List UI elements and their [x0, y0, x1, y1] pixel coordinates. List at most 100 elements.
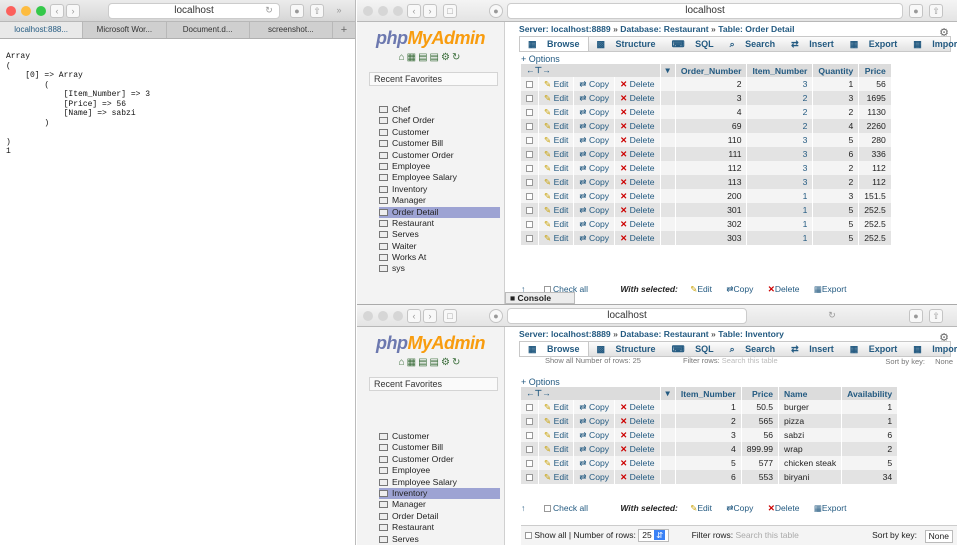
row-checkbox-cell[interactable]: [521, 175, 539, 189]
row-checkbox[interactable]: [526, 418, 533, 426]
delete-link[interactable]: ✕ Delete: [614, 189, 661, 203]
delete-link[interactable]: ✕ Delete: [614, 91, 661, 105]
cell-item-number[interactable]: 1: [746, 231, 814, 245]
delete-link[interactable]: ✕ Delete: [614, 161, 661, 175]
sidebar-item-customer-bill[interactable]: Customer Bill: [379, 138, 500, 149]
sidebar-item-waiter[interactable]: Waiter: [379, 241, 500, 252]
tab-microsoft-word[interactable]: Microsoft Wor...: [83, 22, 167, 38]
reader-icon[interactable]: ●: [909, 309, 923, 323]
row-checkbox-cell[interactable]: [521, 400, 539, 414]
copy-link[interactable]: ⇄ Copy: [573, 442, 616, 456]
row-checkbox-cell[interactable]: [521, 470, 539, 484]
row-checkbox[interactable]: [526, 95, 533, 103]
address-bar[interactable]: localhost: [108, 3, 280, 19]
row-checkbox-cell[interactable]: [521, 414, 539, 428]
copy-link[interactable]: ⇄ Copy: [573, 161, 616, 175]
edit-link[interactable]: ✎ Edit: [538, 414, 575, 428]
tab-browse[interactable]: ▦ Browse: [520, 37, 589, 51]
extension-icon[interactable]: ●: [489, 309, 503, 323]
delete-link[interactable]: ✕ Delete: [614, 456, 661, 470]
console-button[interactable]: ■ Console: [505, 292, 575, 304]
delete-link[interactable]: ✕ Delete: [614, 119, 661, 133]
sidebar-item-manager[interactable]: Manager: [379, 499, 500, 510]
close-icon[interactable]: [363, 311, 373, 321]
share-icon[interactable]: ⇧: [929, 309, 943, 323]
cell-item-number[interactable]: 3: [746, 133, 814, 147]
column-header-item-number[interactable]: Item_Number: [675, 387, 742, 400]
filter-rows-input[interactable]: Search this table: [736, 530, 799, 540]
options-toggle[interactable]: + Options: [521, 54, 560, 64]
copy-link[interactable]: ⇄ Copy: [573, 456, 616, 470]
row-checkbox[interactable]: [526, 81, 533, 89]
sort-select[interactable]: None: [924, 530, 953, 543]
sidebar-toggle-icon[interactable]: □: [443, 4, 457, 18]
row-checkbox-cell[interactable]: [521, 91, 539, 105]
edit-link[interactable]: ✎ Edit: [538, 161, 575, 175]
cell-item-number[interactable]: 3: [746, 161, 814, 175]
tab-import[interactable]: ▦ Import: [905, 342, 957, 356]
sidebar-item-serves[interactable]: Serves: [379, 229, 500, 240]
tab-structure[interactable]: ▩ Structure: [589, 37, 664, 51]
edit-link[interactable]: ✎ Edit: [538, 456, 575, 470]
sidebar-item-customer[interactable]: Customer: [379, 127, 500, 138]
column-header-name[interactable]: Name: [778, 387, 843, 400]
tab-sql[interactable]: ⌨ SQL: [664, 342, 722, 356]
row-checkbox[interactable]: [526, 151, 533, 159]
copy-link[interactable]: ⇄ Copy: [573, 105, 616, 119]
edit-link[interactable]: ✎ Edit: [538, 217, 575, 231]
favorites-tab[interactable]: Favorites: [405, 379, 442, 389]
minimize-icon[interactable]: [378, 311, 388, 321]
edit-link[interactable]: ✎ Edit: [538, 91, 575, 105]
edit-link[interactable]: ✎ Edit: [538, 231, 575, 245]
copy-link[interactable]: ⇄ Copy: [573, 133, 616, 147]
sidebar-item-inventory[interactable]: Inventory: [379, 184, 500, 195]
row-checkbox[interactable]: [526, 109, 533, 117]
copy-link[interactable]: ⇄ Copy: [573, 428, 616, 442]
row-checkbox[interactable]: [526, 460, 533, 468]
recent-tab[interactable]: Recent: [374, 379, 403, 389]
sidebar-item-restaurant[interactable]: Restaurant: [379, 218, 500, 229]
delete-link[interactable]: ✕ Delete: [614, 231, 661, 245]
delete-link[interactable]: ✕ Delete: [614, 400, 661, 414]
reader-icon[interactable]: ●: [909, 4, 923, 18]
phpmyadmin-logo[interactable]: phpMyAdmin: [357, 28, 504, 50]
cell-item-number[interactable]: 2: [746, 119, 814, 133]
column-resize-header[interactable]: ←⊤→: [521, 387, 661, 400]
row-checkbox[interactable]: [526, 179, 533, 187]
reload-icon[interactable]: ↻: [825, 309, 839, 323]
sidebar-item-customer[interactable]: Customer: [379, 431, 500, 442]
nav-icons[interactable]: ⌂▦▤▤⚙↻: [357, 52, 504, 68]
bulk-delete[interactable]: Delete: [775, 503, 800, 513]
crumb-table[interactable]: Table: Inventory: [718, 329, 784, 339]
cell-item-number[interactable]: 2: [746, 105, 814, 119]
copy-link[interactable]: ⇄ Copy: [573, 203, 616, 217]
address-bar[interactable]: localhost: [507, 308, 747, 324]
maximize-icon[interactable]: [393, 311, 403, 321]
sidebar-item-sys[interactable]: sys: [379, 263, 500, 274]
row-checkbox[interactable]: [526, 207, 533, 215]
tab-import[interactable]: ▦ Import: [905, 37, 957, 51]
bulk-copy[interactable]: Copy: [734, 503, 754, 513]
sidebar-item-chef[interactable]: Chef: [379, 104, 500, 115]
row-checkbox-cell[interactable]: [521, 231, 539, 245]
delete-link[interactable]: ✕ Delete: [614, 428, 661, 442]
crumb-table[interactable]: Table: Order Detail: [718, 24, 794, 34]
check-all-checkbox[interactable]: [543, 505, 551, 513]
row-checkbox[interactable]: [526, 221, 533, 229]
edit-link[interactable]: ✎ Edit: [538, 77, 575, 91]
recent-favorites[interactable]: Recent Favorites: [369, 377, 498, 391]
phpmyadmin-logo[interactable]: phpMyAdmin: [357, 333, 504, 355]
check-all-label[interactable]: Check all: [553, 503, 588, 513]
row-checkbox-cell[interactable]: [521, 161, 539, 175]
edit-link[interactable]: ✎ Edit: [538, 119, 575, 133]
forward-button[interactable]: ›: [66, 4, 80, 18]
favorites-tab[interactable]: Favorites: [405, 74, 442, 84]
row-checkbox[interactable]: [526, 123, 533, 131]
sidebar-item-manager[interactable]: Manager: [379, 195, 500, 206]
delete-link[interactable]: ✕ Delete: [614, 414, 661, 428]
cell-item-number[interactable]: 3: [746, 175, 814, 189]
copy-link[interactable]: ⇄ Copy: [573, 231, 616, 245]
delete-link[interactable]: ✕ Delete: [614, 133, 661, 147]
forward-button[interactable]: ›: [423, 4, 437, 18]
copy-link[interactable]: ⇄ Copy: [573, 470, 616, 484]
